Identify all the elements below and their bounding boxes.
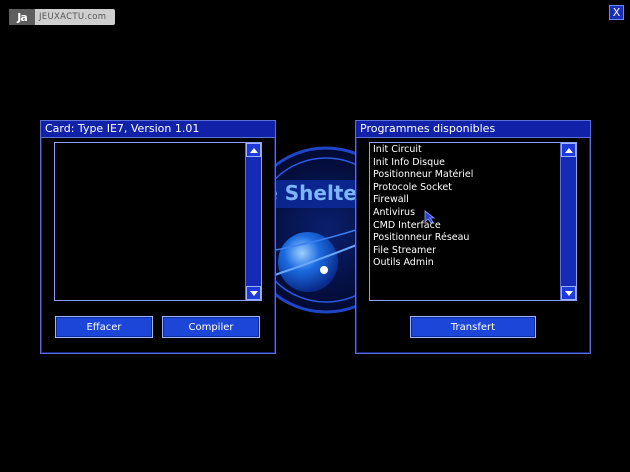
list-item[interactable]: Antivirus <box>370 207 576 220</box>
logo-text: JEUXACTU.com <box>39 12 107 22</box>
compile-button[interactable]: Compiler <box>162 316 260 338</box>
list-item[interactable]: File Streamer <box>370 245 576 258</box>
mouse-cursor-icon <box>424 210 436 224</box>
list-item[interactable]: Positionneur Matériel <box>370 169 576 182</box>
transfer-button[interactable]: Transfert <box>410 316 536 338</box>
logo-mark: Ja <box>9 9 35 25</box>
programs-window-title: Programmes disponibles <box>356 121 590 138</box>
list-item[interactable]: Outils Admin <box>370 257 576 270</box>
list-item[interactable]: CMD Interface <box>370 220 576 233</box>
clear-button[interactable]: Effacer <box>55 316 153 338</box>
scroll-up-arrow-icon[interactable] <box>561 143 576 157</box>
list-item[interactable]: Init Circuit <box>370 144 576 157</box>
programs-list-scrollbar[interactable] <box>560 143 576 300</box>
scroll-down-arrow-icon[interactable] <box>561 286 576 300</box>
card-list-scrollbar[interactable] <box>245 143 261 300</box>
scroll-down-arrow-icon[interactable] <box>246 286 261 300</box>
available-programs-list[interactable]: Init Circuit Init Info Disque Positionne… <box>369 142 577 301</box>
list-item[interactable]: Init Info Disque <box>370 157 576 170</box>
card-window-title: Card: Type IE7, Version 1.01 <box>41 121 275 138</box>
close-icon: X <box>612 6 621 19</box>
list-item[interactable]: Positionneur Réseau <box>370 232 576 245</box>
scroll-up-arrow-icon[interactable] <box>246 143 261 157</box>
card-program-list[interactable] <box>54 142 262 301</box>
list-item[interactable]: Protocole Socket <box>370 182 576 195</box>
programs-window: Programmes disponibles Init Circuit Init… <box>355 120 591 354</box>
close-button[interactable]: X <box>609 5 624 20</box>
jeuxactu-logo: Ja JEUXACTU.com <box>9 9 115 25</box>
list-item[interactable]: Firewall <box>370 194 576 207</box>
card-window: Card: Type IE7, Version 1.01 Effacer Com… <box>40 120 276 354</box>
